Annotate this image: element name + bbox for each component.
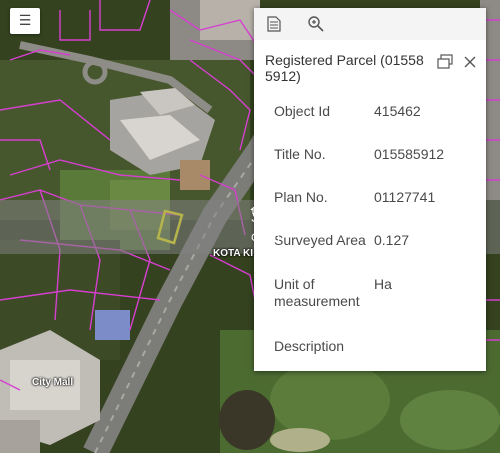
popup-header: Registered Parcel (01558 5912) (254, 40, 486, 92)
popup-toolbar (254, 8, 486, 40)
map-label-kota: KOTA KI (213, 248, 253, 259)
attribute-value: Ha (374, 276, 392, 292)
attribute-key: Title No. (274, 146, 326, 162)
attribute-key: Unit of measurement (274, 276, 360, 309)
popup-title: Registered Parcel (01558 5912) (265, 52, 424, 84)
map-label-city-mall: City Mall (32, 377, 74, 388)
attribute-key: Object Id (274, 103, 331, 119)
zoom-to-icon[interactable] (306, 14, 326, 34)
attribute-value: 01127741 (374, 189, 436, 205)
attribute-value: 015585912 (374, 146, 445, 162)
feature-popup: Registered Parcel (01558 5912) Object Id… (254, 8, 486, 371)
hamburger-icon: ☰ (18, 13, 32, 29)
attribute-key: Surveyed Area (274, 232, 366, 248)
attribute-key: Plan No. (274, 189, 328, 205)
attribute-value: 415462 (374, 103, 421, 119)
attribute-key: Description (274, 338, 345, 354)
document-icon[interactable] (264, 14, 284, 34)
close-icon[interactable] (462, 54, 478, 70)
attribute-value: 0.127 (374, 232, 410, 248)
dock-icon[interactable] (437, 54, 453, 70)
watermark-logo: StarProperty (251, 209, 336, 226)
watermark-user: Gavin (251, 232, 280, 244)
menu-button[interactable]: ☰ (10, 8, 40, 34)
